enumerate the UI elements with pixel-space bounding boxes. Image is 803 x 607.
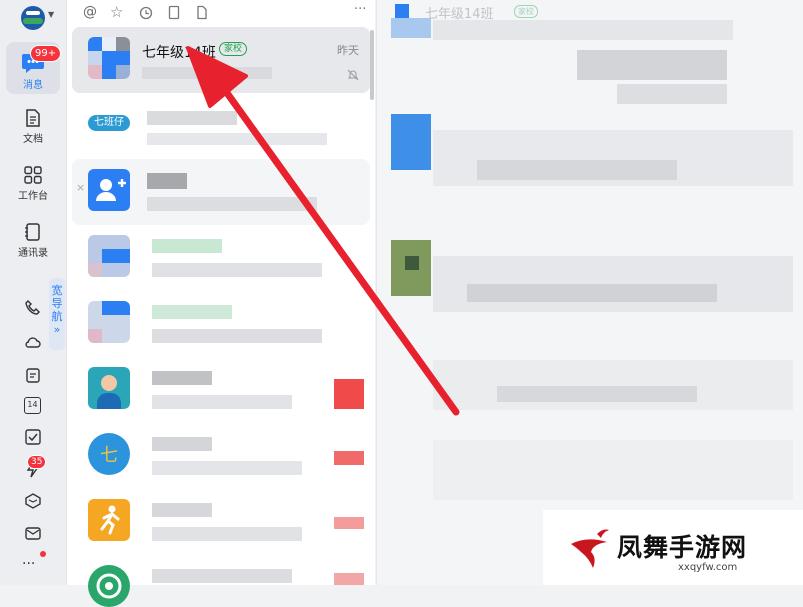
watermark-domain: xxqyfw.com: [678, 562, 738, 573]
phoenix-logo-icon: [571, 529, 609, 568]
site-watermark: 凤舞手游网 xxqyfw.com: [543, 510, 803, 585]
watermark-brand: 凤舞手游网: [617, 533, 748, 562]
red-annotation-arrow: [186, 46, 460, 416]
